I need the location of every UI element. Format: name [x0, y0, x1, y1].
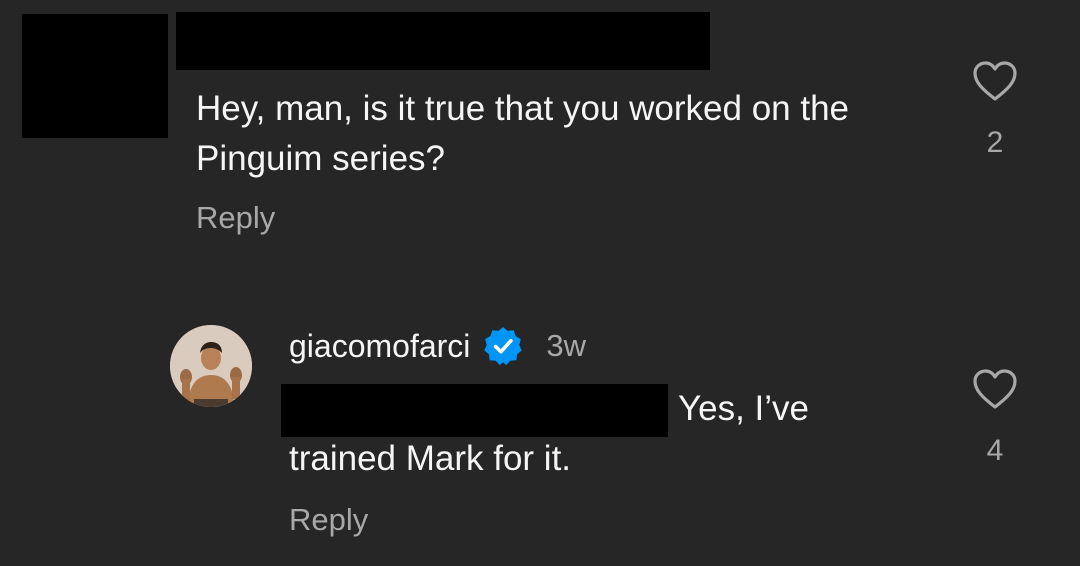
comment-text-line1: Yes, I’ve — [678, 389, 810, 428]
comment-text-line2: trained Mark for it. — [289, 439, 572, 478]
reply-button[interactable]: Reply — [289, 502, 368, 538]
redacted-avatar — [22, 14, 168, 138]
verified-badge-icon — [482, 325, 524, 367]
comment-header: giacomofarci 3w — [289, 324, 586, 368]
like-count: 2 — [986, 126, 1004, 159]
redacted-username — [176, 12, 710, 70]
like-count: 4 — [986, 434, 1004, 467]
username-link[interactable]: giacomofarci — [289, 328, 470, 365]
heart-icon[interactable] — [972, 368, 1018, 410]
avatar[interactable] — [170, 325, 252, 407]
timestamp: 3w — [546, 328, 587, 363]
comment-text: Hey, man, is it true that you worked on … — [196, 89, 850, 178]
reply-button[interactable]: Reply — [196, 200, 275, 236]
redacted-mention — [281, 384, 668, 437]
heart-icon[interactable] — [972, 60, 1018, 102]
